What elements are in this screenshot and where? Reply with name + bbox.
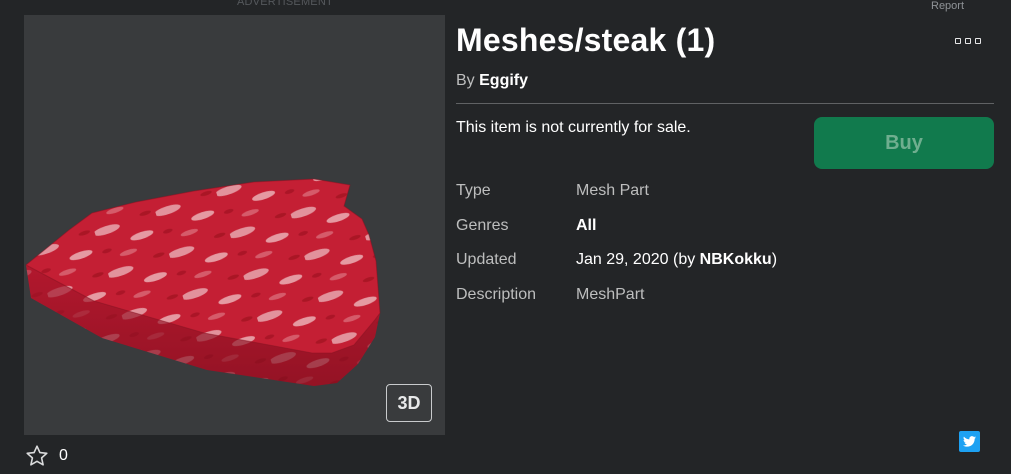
- detail-row-description: Description MeshPart: [456, 286, 956, 321]
- item-details-page: ADVERTISEMENT Report 3D 0 Meshes/steak (…: [0, 0, 1011, 474]
- favorite-count: 0: [59, 447, 68, 464]
- genres-label: Genres: [456, 216, 509, 234]
- advertisement-label: ADVERTISEMENT: [237, 0, 333, 8]
- type-label: Type: [456, 182, 491, 199]
- updated-by-prefix: (by: [672, 251, 696, 268]
- twitter-bird-glyph: [963, 436, 976, 447]
- steak-mesh-image: [25, 178, 381, 386]
- favorite-section: 0: [25, 444, 68, 468]
- item-title: Meshes/steak (1): [456, 22, 716, 58]
- report-link[interactable]: Report: [931, 0, 964, 12]
- updater-link[interactable]: NBKokku: [700, 251, 772, 268]
- by-prefix: By: [456, 72, 475, 89]
- updated-date: Jan 29, 2020: [576, 251, 669, 268]
- updated-label: Updated: [456, 251, 517, 268]
- detail-row-genres: Genres All: [456, 217, 956, 252]
- divider: [456, 103, 994, 104]
- item-details-list: Type Mesh Part Genres All Updated Jan 29…: [456, 182, 956, 320]
- creator-link[interactable]: Eggify: [479, 72, 528, 89]
- detail-row-type: Type Mesh Part: [456, 182, 956, 217]
- detail-row-updated: Updated Jan 29, 2020 (by NBKokku): [456, 251, 956, 286]
- ellipsis-icon[interactable]: [955, 33, 981, 49]
- description-label: Description: [456, 285, 537, 303]
- genres-value[interactable]: All: [576, 217, 596, 235]
- star-outline-icon[interactable]: [25, 444, 49, 468]
- sale-status-message: This item is not currently for sale.: [456, 119, 691, 136]
- description-value: MeshPart: [576, 285, 645, 303]
- type-value: Mesh Part: [576, 182, 649, 199]
- updated-by-suffix: ): [771, 251, 778, 268]
- item-thumbnail: 3D: [24, 15, 445, 435]
- updated-value: Jan 29, 2020 (by NBKokku): [576, 251, 777, 269]
- ellipsis-dot: [975, 38, 981, 44]
- ellipsis-dot: [955, 38, 961, 44]
- view-3d-button[interactable]: 3D: [386, 384, 432, 422]
- creator-byline: By Eggify: [456, 72, 528, 90]
- twitter-icon[interactable]: [959, 431, 980, 452]
- buy-button[interactable]: Buy: [814, 117, 994, 169]
- ellipsis-dot: [965, 38, 971, 44]
